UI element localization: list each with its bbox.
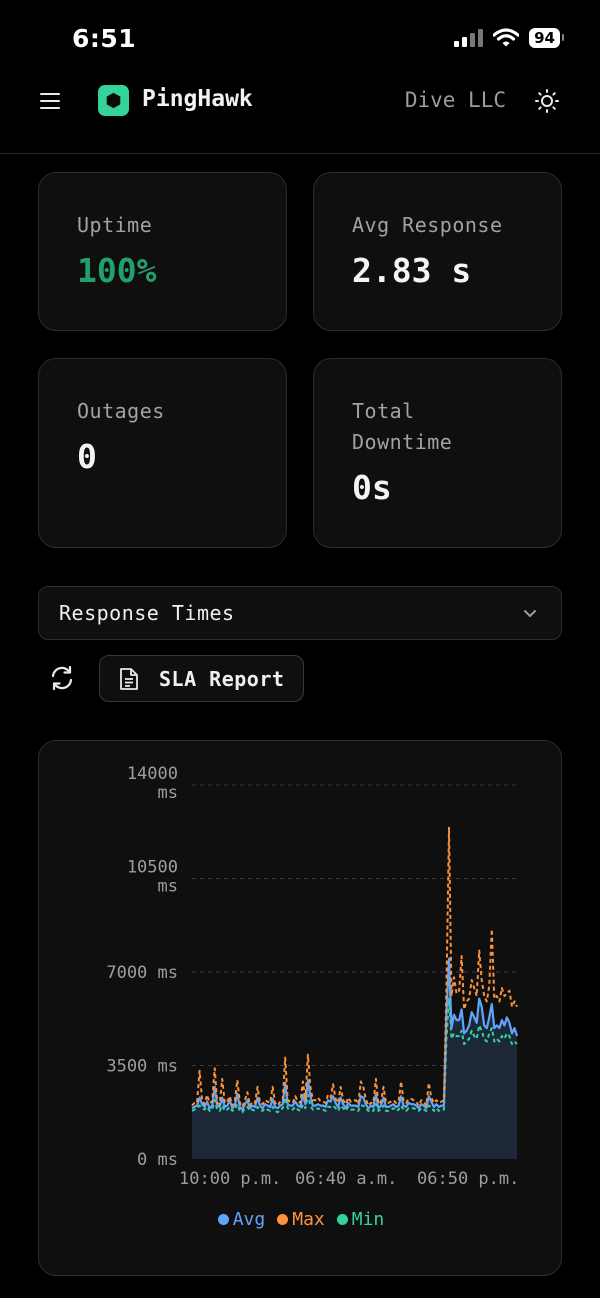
view-select-value: Response Times [59,601,235,625]
legend-item-min[interactable]: Min [336,1209,385,1230]
legend-label: Avg [232,1209,266,1230]
x-tick-label: 06:40 a.m. [295,1169,397,1189]
x-tick-label: 06:50 p.m. [417,1169,519,1189]
wifi-icon [493,28,520,47]
document-icon [120,668,138,690]
total-downtime-card: Total Downtime 0s [313,358,562,548]
refresh-icon [51,665,73,691]
avg-area [192,958,517,1159]
top-bar: PingHawk Dive LLC [0,70,600,154]
uptime-card: Uptime 100% [38,172,287,331]
organization-switcher[interactable]: Dive LLC [405,88,506,112]
sun-icon [535,89,559,113]
chevron-down-icon [524,610,536,617]
status-time: 6:51 [72,24,137,53]
legend-item-avg[interactable]: Avg [217,1209,266,1230]
legend-item-max[interactable]: Max [277,1209,325,1230]
chart-legend: Avg Max Min [39,1209,563,1230]
outages-card: Outages 0 [38,358,287,548]
battery-indicator: 94 [529,28,564,48]
theme-toggle-button[interactable] [534,88,560,114]
total-downtime-label: Total Downtime [352,399,453,454]
legend-label: Max [292,1209,325,1230]
total-downtime-value: 0s [352,468,392,507]
status-icons: 94 [453,28,564,48]
outages-label: Outages [77,399,165,423]
signal-icon [454,29,484,47]
legend-dot [336,1214,348,1225]
avg-response-label: Avg Response [352,213,503,237]
uptime-label: Uptime [77,213,153,237]
hexagon-logo-icon [98,85,129,116]
menu-button[interactable] [40,88,66,114]
avg-response-value: 2.83 s [352,251,472,290]
legend-label: Min [351,1209,385,1230]
y-tick-label: 0 ms [137,1150,178,1170]
sla-report-button[interactable]: SLA Report [99,655,304,702]
legend-dot [277,1214,289,1225]
outages-value: 0 [77,437,97,476]
y-tick-label: 14000 ms [127,764,178,803]
sla-report-label: SLA Report [159,667,285,691]
status-bar: 6:51 94 [0,0,600,70]
avg-response-card: Avg Response 2.83 s [313,172,562,331]
view-select[interactable]: Response Times [38,586,562,640]
uptime-value: 100% [77,251,157,290]
menu-icon [40,93,60,95]
brand-name: PingHawk [142,86,253,112]
refresh-button[interactable] [47,663,77,693]
legend-dot [217,1214,229,1225]
y-tick-label: 7000 ms [106,963,178,983]
y-tick-label: 10500 ms [127,858,178,897]
y-tick-label: 3500 ms [106,1057,178,1077]
x-tick-label: 10:00 p.m. [179,1169,281,1189]
response-times-chart: 0 ms 3500 ms 7000 ms 10500 ms 14000 ms 10:00 p.… [106,764,519,1189]
response-times-chart-card: 0 ms 3500 ms 7000 ms 10500 ms 14000 ms 10:00 p.… [38,740,562,1276]
